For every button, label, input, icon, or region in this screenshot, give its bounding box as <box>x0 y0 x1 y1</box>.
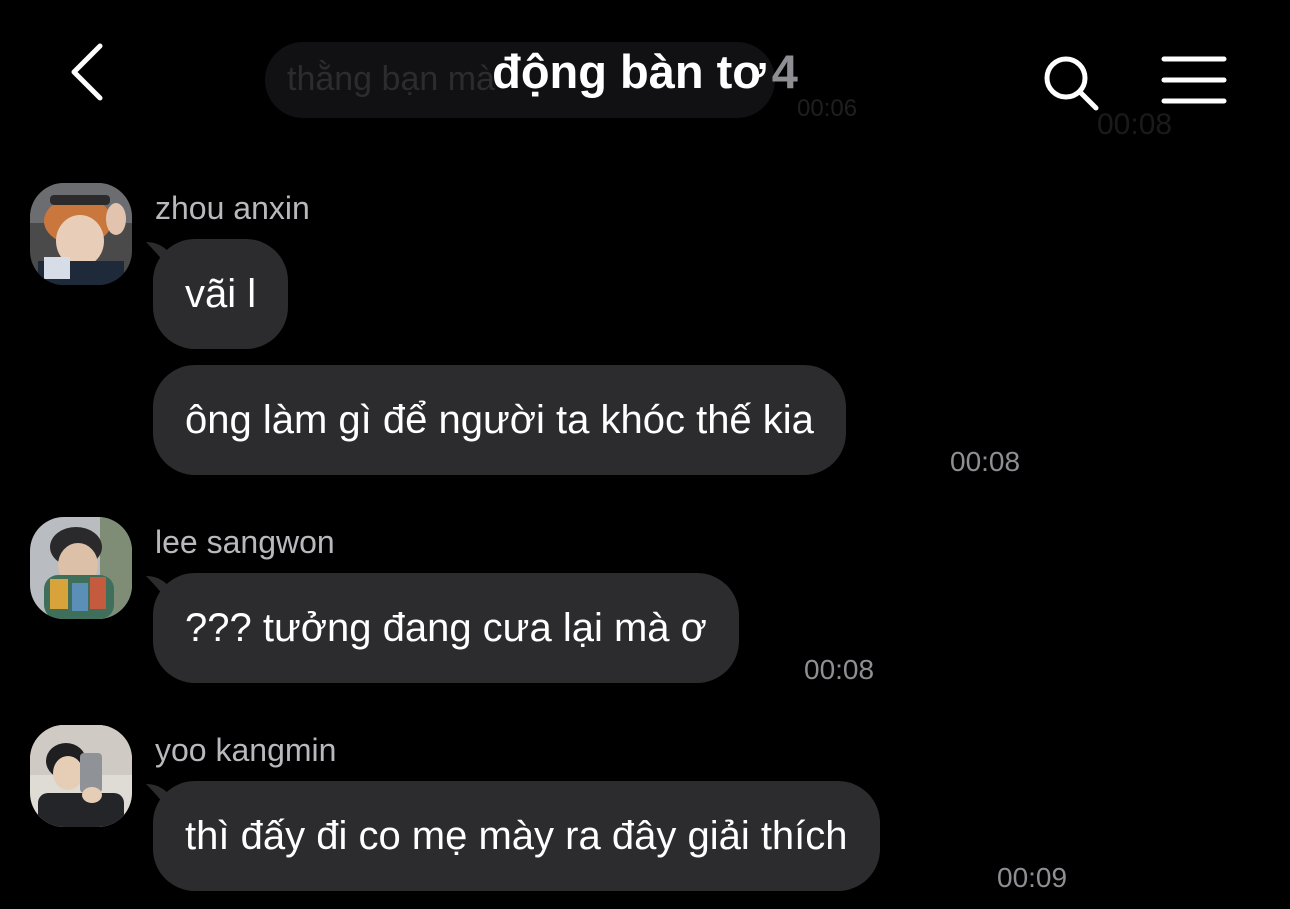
message-timestamp: 00:09 <box>997 862 1068 893</box>
message-bubble[interactable]: ông làm gì để người ta khóc thế kia <box>153 365 846 475</box>
sender-name: zhou anxin <box>155 190 310 226</box>
avatar[interactable] <box>30 183 132 285</box>
sender-name: lee sangwon <box>155 524 335 560</box>
avatar[interactable] <box>30 725 132 827</box>
chat-title-text: động bàn tơ <box>492 45 766 98</box>
message-timestamp: 00:08 <box>950 446 1021 477</box>
message-bubble[interactable]: thì đấy đi co mẹ mày ra đây giải thích <box>153 781 880 891</box>
message-bubble[interactable]: vãi l <box>153 239 289 349</box>
message-text: vãi l <box>185 271 257 316</box>
message-text: ??? tưởng đang cưa lại mà ơ <box>185 605 707 650</box>
menu-button[interactable] <box>1160 54 1228 106</box>
search-button[interactable] <box>1040 52 1102 114</box>
message-text: thì đấy đi co mẹ mày ra đây giải thích <box>185 813 848 858</box>
search-icon <box>1044 56 1099 111</box>
sender-name: yoo kangmin <box>155 732 337 768</box>
hamburger-menu-icon <box>1161 56 1227 104</box>
member-count: 4 <box>771 45 798 98</box>
message-text: ông làm gì để người ta khóc thế kia <box>185 397 814 442</box>
message-timestamp: 00:08 <box>804 654 875 685</box>
avatar[interactable] <box>30 517 132 619</box>
faded-timestamp: 00:08 <box>1097 108 1173 141</box>
message-bubble[interactable]: ??? tưởng đang cưa lại mà ơ <box>153 573 739 683</box>
